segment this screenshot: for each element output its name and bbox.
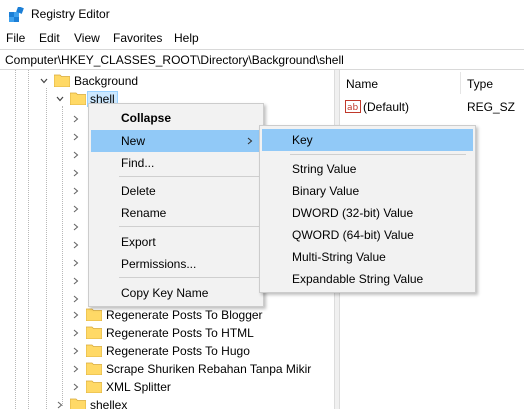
chevron-right-icon[interactable] xyxy=(72,187,80,195)
registry-editor-icon xyxy=(9,7,24,22)
tree-item[interactable]: XML Splitter xyxy=(0,378,334,396)
menu-item-dword-value[interactable]: DWORD (32-bit) Value xyxy=(262,202,473,224)
menu-item-binary-value[interactable]: Binary Value xyxy=(262,180,473,202)
menu-item-new-key[interactable]: Key xyxy=(262,129,473,151)
folder-icon xyxy=(86,362,102,375)
value-type: REG_SZ xyxy=(467,100,516,114)
folder-open-icon xyxy=(54,74,70,87)
new-submenu: Key String Value Binary Value DWORD (32-… xyxy=(259,125,476,293)
folder-icon xyxy=(86,344,102,357)
tree-label: Regenerate Posts To HTML xyxy=(106,326,254,340)
chevron-right-icon[interactable] xyxy=(72,347,80,355)
column-separator[interactable] xyxy=(460,72,461,94)
menu-item-label: Export xyxy=(121,235,156,249)
tree-label: XML Splitter xyxy=(106,380,171,394)
menu-item-rename[interactable]: Rename xyxy=(91,202,261,224)
tree-item[interactable]: Regenerate Posts To Hugo xyxy=(0,342,334,360)
folder-icon xyxy=(86,380,102,393)
chevron-right-icon[interactable] xyxy=(72,365,80,373)
chevron-right-icon[interactable] xyxy=(72,383,80,391)
menu-item-label: Binary Value xyxy=(292,184,360,198)
folder-icon xyxy=(86,308,102,321)
tree-label: shellex xyxy=(90,398,128,409)
menu-item-label: String Value xyxy=(292,162,357,176)
folder-open-icon xyxy=(70,92,86,105)
chevron-right-icon[interactable] xyxy=(72,295,80,303)
menu-item-find[interactable]: Find... xyxy=(91,152,261,174)
chevron-right-icon[interactable] xyxy=(72,223,80,231)
window-title: Registry Editor xyxy=(31,7,110,21)
folder-icon xyxy=(86,326,102,339)
menu-item-label: QWORD (64-bit) Value xyxy=(292,228,414,242)
menu-item-new[interactable]: New xyxy=(91,130,261,152)
menu-item-permissions[interactable]: Permissions... xyxy=(91,253,261,275)
column-header-type[interactable]: Type xyxy=(467,77,493,91)
menu-item-copy-key-name[interactable]: Copy Key Name xyxy=(91,282,261,304)
chevron-right-icon[interactable] xyxy=(72,329,80,337)
tree-label: Regenerate Posts To Blogger xyxy=(106,308,263,322)
tree-item-background[interactable]: Background xyxy=(0,72,334,90)
value-name: (Default) xyxy=(363,100,410,114)
tree-item-shellex[interactable]: shellex xyxy=(0,396,334,409)
menu-separator xyxy=(119,226,259,227)
chevron-right-icon[interactable] xyxy=(72,241,80,249)
tree-item[interactable]: Regenerate Posts To HTML xyxy=(0,324,334,342)
chevron-right-icon[interactable] xyxy=(72,169,80,177)
address-path[interactable]: Computer\HKEY_CLASSES_ROOT\Directory\Bac… xyxy=(5,53,344,67)
tree-item[interactable]: Regenerate Posts To Blogger xyxy=(0,306,334,324)
menu-edit[interactable]: Edit xyxy=(39,31,60,45)
menu-item-label: Key xyxy=(292,133,313,147)
svg-text:ab: ab xyxy=(347,103,359,113)
context-menu: Collapse New Find... Delete Rename Expor… xyxy=(88,103,264,307)
chevron-right-icon[interactable] xyxy=(72,115,80,123)
chevron-right-icon[interactable] xyxy=(72,259,80,267)
menu-item-label: Rename xyxy=(121,206,167,220)
submenu-arrow-icon xyxy=(247,137,253,145)
chevron-down-icon[interactable] xyxy=(40,77,48,85)
menu-item-label: New xyxy=(121,134,146,148)
chevron-right-icon[interactable] xyxy=(72,133,80,141)
menu-item-label: Collapse xyxy=(121,111,172,125)
menu-separator xyxy=(119,176,259,177)
menu-item-qword-value[interactable]: QWORD (64-bit) Value xyxy=(262,224,473,246)
value-row[interactable]: ab (Default) REG_SZ xyxy=(340,98,524,116)
chevron-right-icon[interactable] xyxy=(56,401,64,409)
menu-item-collapse[interactable]: Collapse xyxy=(91,107,261,129)
menu-separator xyxy=(290,154,466,155)
menu-favorites[interactable]: Favorites xyxy=(113,31,162,45)
menu-item-delete[interactable]: Delete xyxy=(91,180,261,202)
tree-item[interactable]: Scrape Shuriken Rebahan Tanpa Mikir xyxy=(0,360,334,378)
menu-separator xyxy=(119,277,259,278)
chevron-down-icon[interactable] xyxy=(56,95,64,103)
menu-item-label: DWORD (32-bit) Value xyxy=(292,206,414,220)
menu-item-export[interactable]: Export xyxy=(91,231,261,253)
menu-help[interactable]: Help xyxy=(174,31,199,45)
address-bar[interactable]: Computer\HKEY_CLASSES_ROOT\Directory\Bac… xyxy=(0,49,524,70)
tree-label: Regenerate Posts To Hugo xyxy=(106,344,250,358)
menu-bar: File Edit View Favorites Help xyxy=(0,29,524,49)
chevron-right-icon[interactable] xyxy=(72,205,80,213)
menu-file[interactable]: File xyxy=(6,31,25,45)
string-value-icon: ab xyxy=(345,100,361,113)
menu-view[interactable]: View xyxy=(74,31,100,45)
menu-item-string-value[interactable]: String Value xyxy=(262,158,473,180)
menu-item-expandable-string-value[interactable]: Expandable String Value xyxy=(262,268,473,290)
tree-label: Scrape Shuriken Rebahan Tanpa Mikir xyxy=(106,362,312,376)
folder-icon xyxy=(70,398,86,409)
title-bar: Registry Editor xyxy=(0,0,524,28)
chevron-right-icon[interactable] xyxy=(72,277,80,285)
chevron-right-icon[interactable] xyxy=(72,311,80,319)
menu-item-label: Copy Key Name xyxy=(121,286,209,300)
tree-label: Background xyxy=(74,74,139,88)
menu-item-label: Delete xyxy=(121,184,156,198)
menu-item-label: Find... xyxy=(121,156,155,170)
chevron-right-icon[interactable] xyxy=(72,151,80,159)
column-header-name[interactable]: Name xyxy=(346,77,378,91)
menu-item-label: Multi-String Value xyxy=(292,250,386,264)
menu-item-label: Expandable String Value xyxy=(292,272,424,286)
menu-item-label: Permissions... xyxy=(121,257,197,271)
menu-item-multi-string-value[interactable]: Multi-String Value xyxy=(262,246,473,268)
